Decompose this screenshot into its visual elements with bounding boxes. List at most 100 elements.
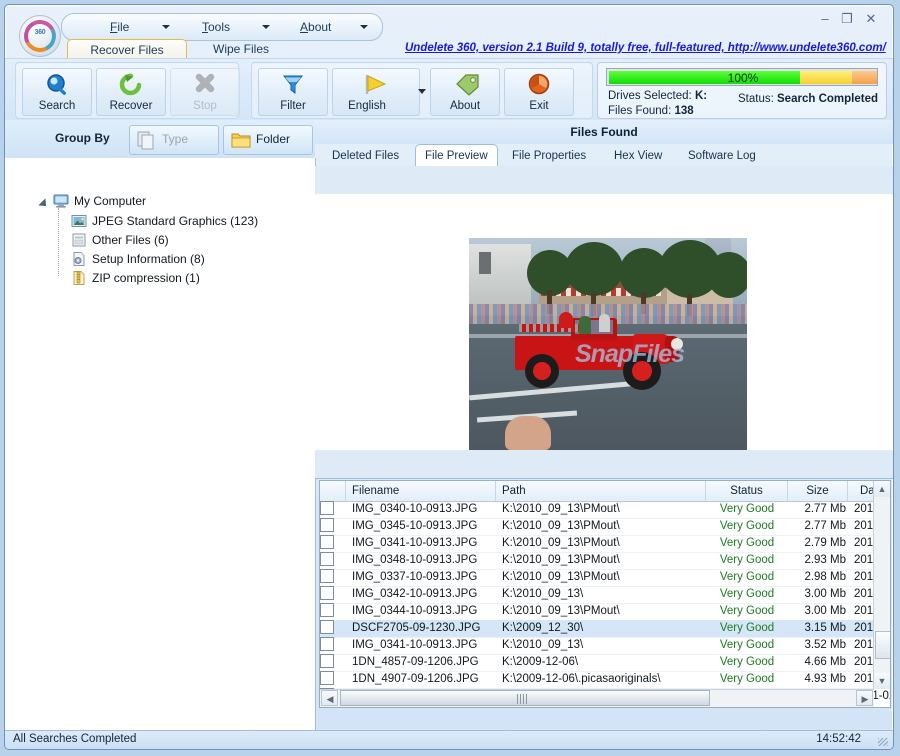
status-panel: 100% Drives Selected: K: Files Found: 13… — [597, 62, 887, 119]
app-logo-icon: 360 — [19, 15, 61, 57]
language-chevron-down-icon[interactable] — [418, 89, 426, 94]
tag-icon — [431, 73, 499, 97]
row-checkbox[interactable] — [320, 620, 334, 634]
table-row[interactable]: IMG_0341-10-0913.JPG K:\2010_09_13\PMout\… — [320, 535, 890, 553]
column-header-path[interactable]: Path — [496, 481, 706, 501]
scroll-down-button[interactable]: ▼ — [874, 673, 890, 689]
cell-size: 2.93 Mb — [804, 554, 846, 566]
cell-path: K:\2010_09_13\PMout\ — [502, 520, 620, 532]
tab-file-properties[interactable]: File Properties — [503, 146, 595, 166]
chevron-left-icon: ◀ — [326, 694, 334, 704]
recover-button[interactable]: Recover — [96, 68, 166, 116]
row-checkbox[interactable] — [320, 671, 334, 685]
scroll-up-button[interactable]: ▲ — [874, 481, 890, 497]
row-checkbox[interactable] — [320, 637, 334, 651]
exit-shutter-icon — [505, 73, 573, 97]
folder-icon — [230, 130, 252, 150]
close-button[interactable]: ✕ — [861, 11, 881, 27]
setup-file-icon — [71, 251, 87, 267]
tab-file-preview[interactable]: File Preview — [415, 144, 498, 168]
vertical-scrollbar-thumb[interactable] — [875, 631, 890, 659]
row-checkbox[interactable] — [320, 603, 334, 617]
menu-item-file[interactable]: File — [110, 18, 129, 36]
toolbar-group-tools: Filter English About Exit — [251, 62, 593, 119]
table-row[interactable]: IMG_0340-10-0913.JPG K:\2010_09_13\PMout\… — [320, 501, 890, 519]
chevron-down-icon: ▼ — [877, 676, 887, 686]
column-header-status[interactable]: Status — [706, 481, 788, 501]
language-button[interactable]: English — [332, 68, 420, 116]
about-button[interactable]: About — [430, 68, 500, 116]
cell-path: K:\2009-12-06\.picasaoriginals\ — [502, 673, 661, 685]
column-header-filename[interactable]: Filename — [346, 481, 496, 501]
search-button[interactable]: Search — [22, 68, 92, 116]
tree-expander-icon[interactable] — [38, 198, 50, 210]
toolbar: Search Recover Stop Filter English About… — [5, 58, 893, 122]
row-checkbox[interactable] — [320, 501, 334, 515]
chevron-up-icon: ▲ — [877, 484, 887, 494]
row-checkbox[interactable] — [320, 654, 334, 668]
menu-item-about[interactable]: About — [300, 18, 331, 36]
files-found-line: Files Found: 138 — [608, 105, 694, 117]
table-row[interactable]: IMG_0342-10-0913.JPG K:\2010_09_13\ Very G… — [320, 586, 890, 604]
menu-bar: File Tools About — [61, 13, 383, 41]
toolbar-group-actions: Search Recover Stop — [15, 62, 240, 119]
tab-software-log[interactable]: Software Log — [679, 146, 765, 166]
table-row[interactable]: IMG_0341-10-0913.JPG K:\2010_09_13\ Very G… — [320, 637, 890, 655]
tab-deleted-files[interactable]: Deleted Files — [323, 146, 408, 166]
vertical-scrollbar[interactable]: ▲ ▼ — [873, 481, 890, 689]
row-checkbox[interactable] — [320, 518, 334, 532]
scroll-left-button[interactable]: ◀ — [321, 690, 338, 706]
table-row[interactable]: IMG_0345-10-0913.JPG K:\2010_09_13\PMout\… — [320, 518, 890, 536]
table-row[interactable]: DSCF2705-09-1230.JPG K:\2009_12_30\ Very G… — [320, 620, 890, 638]
stop-x-icon — [171, 73, 239, 97]
table-row[interactable]: 1DN_4857-09-1206.JPG K:\2009-12-06\ Very G… — [320, 654, 890, 672]
table-row[interactable]: IMG_0344-10-0913.JPG K:\2010_09_13\PMout\… — [320, 603, 890, 621]
row-checkbox[interactable] — [320, 569, 334, 583]
filter-button[interactable]: Filter — [258, 68, 328, 116]
tab-wipe-files[interactable]: Wipe Files — [199, 39, 283, 60]
chevron-right-icon: ▶ — [861, 694, 869, 704]
resize-grip-icon[interactable] — [878, 738, 888, 746]
menu-tools-chevron-down-icon[interactable] — [262, 25, 270, 29]
generic-file-icon — [71, 232, 87, 248]
cell-path: K:\2009-12-06\ — [502, 656, 579, 668]
cell-status: Very Good — [719, 520, 775, 532]
table-row[interactable]: 1DN_4907-09-1206.JPG K:\2009-12-06\.picas… — [320, 671, 890, 689]
promo-link[interactable]: Undelete 360, version 2.1 Build 9, total… — [405, 40, 886, 57]
maximize-button[interactable]: ❐ — [837, 11, 857, 27]
tree-node-label: JPEG Standard Graphics (123) — [92, 214, 259, 228]
row-checkbox[interactable] — [320, 586, 334, 600]
column-header-checkbox[interactable] — [320, 481, 346, 501]
cell-size: 2.77 Mb — [804, 503, 846, 515]
menu-about-chevron-down-icon[interactable] — [360, 25, 368, 29]
table-row[interactable]: IMG_0348-10-0913.JPG K:\2010_09_13\PMout\… — [320, 552, 890, 570]
menu-file-chevron-down-icon[interactable] — [162, 25, 170, 29]
cell-status: Very Good — [719, 605, 775, 617]
watermark-text: SnapFiles — [575, 340, 685, 368]
row-checkbox[interactable] — [320, 535, 334, 549]
group-by-label: Group By — [55, 131, 110, 145]
tab-hex-view[interactable]: Hex View — [605, 146, 671, 166]
group-by-type-button[interactable]: Type — [129, 125, 219, 155]
group-by-type-label: Type — [162, 132, 189, 146]
minimize-button[interactable]: – — [815, 11, 835, 27]
photo-tree — [565, 242, 623, 296]
table-row[interactable]: IMG_0337-10-0913.JPG K:\2010_09_13\PMout\… — [320, 569, 890, 587]
truck-ladder — [519, 324, 583, 332]
horizontal-scrollbar[interactable]: ◀ ▶ — [320, 689, 874, 707]
status-bar-time: 14:52:42 — [816, 733, 861, 745]
scroll-right-button[interactable]: ▶ — [856, 690, 873, 706]
tree-node-label: Other Files (6) — [92, 233, 169, 247]
row-checkbox[interactable] — [320, 552, 334, 566]
logo-ring — [19, 15, 61, 57]
funnel-icon — [259, 73, 327, 97]
exit-button[interactable]: Exit — [504, 68, 574, 116]
column-header-size[interactable]: Size — [788, 481, 848, 501]
horizontal-scrollbar-thumb[interactable] — [340, 690, 710, 706]
group-by-folder-button[interactable]: Folder — [223, 125, 313, 155]
cell-path: K:\2010_09_13\PMout\ — [502, 554, 620, 566]
cell-status: Very Good — [719, 639, 775, 651]
menu-item-tools[interactable]: Tools — [202, 18, 230, 36]
cell-filename: IMG_0342-10-0913.JPG — [352, 588, 478, 600]
table-header-row: Filename Path Status Size Date Cre▲ — [320, 481, 890, 502]
